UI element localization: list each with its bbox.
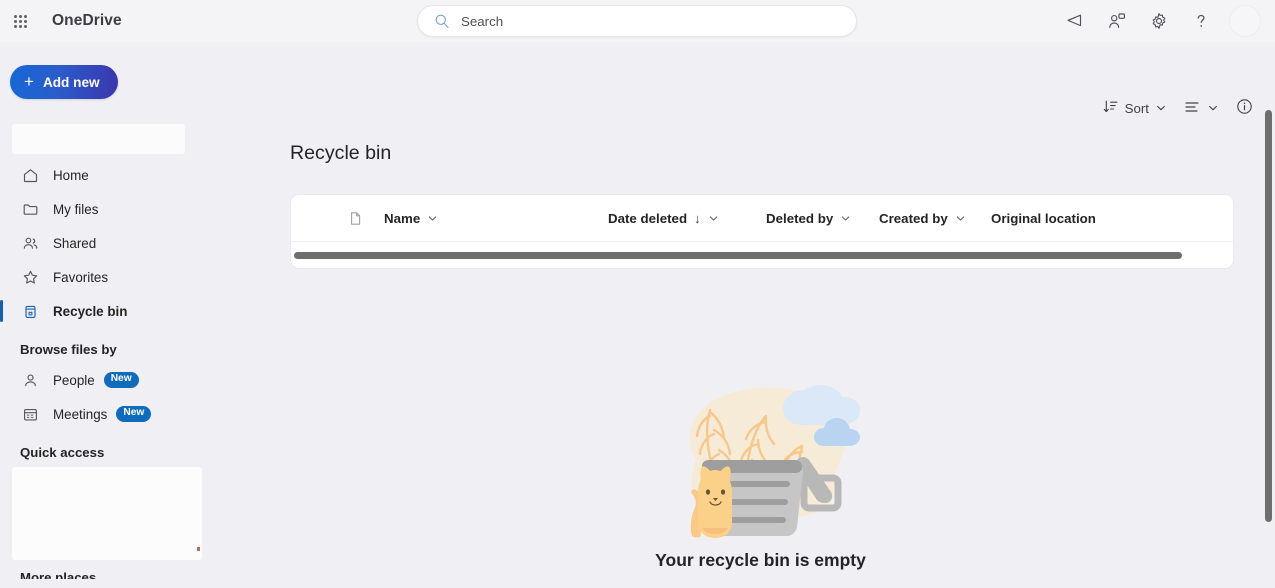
column-header-date-deleted[interactable]: Date deleted ↓ [603, 202, 724, 234]
app-launcher-button[interactable] [5, 6, 35, 36]
sidebar-item-label: Shared [53, 235, 97, 251]
sidebar-loading-placeholder [12, 124, 185, 154]
sidebar-item-shared[interactable]: Shared [6, 226, 226, 260]
column-header-original-location[interactable]: Original location [986, 202, 1101, 234]
folder-icon [20, 201, 40, 218]
chevron-down-icon [708, 213, 719, 224]
quick-access-loading-placeholder [12, 467, 202, 560]
sidebar-item-people[interactable]: People New [6, 363, 226, 397]
new-badge: New [116, 406, 152, 422]
people-icon [20, 235, 40, 252]
new-badge: New [103, 372, 139, 388]
main-content: Recycle bin Name Date deleted ↓ Deleted … [232, 98, 1275, 588]
search-container: Search [417, 5, 857, 37]
column-header-deleted-by[interactable]: Deleted by [761, 202, 856, 234]
add-new-label: Add new [42, 74, 100, 90]
home-icon [20, 167, 40, 184]
chevron-down-icon [427, 213, 438, 224]
sidebar-item-recycle-bin[interactable]: Recycle bin [0, 294, 226, 328]
chevron-down-icon [840, 213, 851, 224]
sidebar-item-label: Home [53, 167, 89, 183]
sidebar-item-label: Recycle bin [53, 303, 128, 319]
add-new-button[interactable]: + Add new [10, 65, 118, 99]
sidebar: Home My files Shared Favorites Recycle b… [0, 98, 232, 588]
sidebar-item-favorites[interactable]: Favorites [6, 260, 226, 294]
column-label: Deleted by [766, 210, 834, 226]
sidebar-item-home[interactable]: Home [6, 158, 226, 192]
table-header-row: Name Date deleted ↓ Deleted by Created b… [291, 195, 1233, 242]
settings-gear-icon[interactable] [1143, 5, 1175, 37]
search-placeholder-text: Search [461, 13, 504, 29]
chevron-down-icon [955, 213, 966, 224]
placeholder-dot [197, 547, 200, 551]
avatar[interactable] [1229, 5, 1261, 37]
sidebar-item-my-files[interactable]: My files [6, 192, 226, 226]
empty-state: Your recycle bin is empty [232, 368, 1275, 571]
help-icon[interactable] [1185, 5, 1217, 37]
star-icon [20, 269, 40, 286]
sidebar-nav-list: Home My files Shared Favorites Recycle b… [0, 158, 232, 579]
suite-actions [1059, 0, 1267, 42]
suite-header: OneDrive Search [0, 0, 1275, 42]
selection-indicator [0, 300, 3, 322]
sidebar-item-label: Favorites [53, 269, 109, 285]
quick-access-title: Quick access [20, 445, 105, 460]
command-bar: + Add new Sort [0, 42, 1275, 116]
column-label: Created by [879, 210, 948, 226]
page-title: Recycle bin [290, 142, 392, 164]
sidebar-item-label: My files [53, 201, 99, 217]
feedback-icon[interactable] [1059, 5, 1091, 37]
more-places-title: More places [20, 570, 97, 579]
vertical-scrollbar-thumb[interactable] [1265, 110, 1272, 522]
browse-files-by-title: Browse files by [20, 342, 117, 357]
sidebar-item-meetings[interactable]: Meetings New [6, 397, 226, 431]
column-label: Name [384, 210, 421, 226]
file-type-column-icon[interactable] [347, 210, 364, 227]
sort-descending-arrow-icon: ↓ [694, 210, 701, 226]
column-header-name[interactable]: Name [379, 202, 443, 234]
search-input[interactable]: Search [417, 5, 857, 37]
column-label: Original location [991, 210, 1096, 226]
waffle-icon [13, 14, 27, 28]
person-icon [20, 372, 40, 389]
sidebar-item-label: Meetings [53, 406, 108, 422]
plus-icon: + [24, 72, 34, 91]
brand-title[interactable]: OneDrive [52, 12, 122, 30]
empty-state-message: Your recycle bin is empty [655, 550, 866, 570]
search-icon [434, 13, 450, 29]
column-header-created-by[interactable]: Created by [874, 202, 971, 234]
calendar-icon [20, 406, 40, 423]
sidebar-item-label: People [53, 372, 95, 388]
horizontal-scrollbar-thumb[interactable] [294, 252, 1182, 259]
meet-now-icon[interactable] [1101, 5, 1133, 37]
recycle-bin-icon [20, 303, 40, 320]
empty-recycle-bin-illustration [689, 385, 860, 538]
file-list-card: Name Date deleted ↓ Deleted by Created b… [291, 195, 1233, 268]
column-label: Date deleted [608, 210, 688, 226]
onedrive-recycle-bin-page: OneDrive Search + Add new Sort Home My f… [0, 0, 1275, 588]
horizontal-scrollbar[interactable] [291, 242, 1233, 268]
